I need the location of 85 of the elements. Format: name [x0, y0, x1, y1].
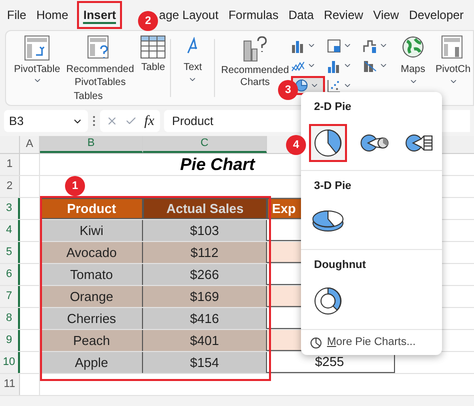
caret-icon: [343, 61, 352, 70]
caret-icon: [188, 75, 198, 84]
table-cell: Cherries: [40, 308, 143, 329]
column-chart-icon: [291, 38, 305, 52]
ribbon-tab[interactable]: File: [6, 3, 28, 27]
ribbon-tab[interactable]: Review: [322, 3, 364, 27]
table-cell: Avocado: [40, 242, 143, 263]
caret-icon: [448, 77, 458, 86]
ribbon-tab[interactable]: Developer: [408, 3, 465, 27]
row-header[interactable]: 6: [0, 264, 20, 285]
cancel-icon[interactable]: [106, 115, 118, 127]
scatter-chart-icon: [327, 78, 341, 92]
row-header[interactable]: 10: [0, 352, 20, 373]
caret-icon: [307, 61, 316, 70]
caret-icon: [379, 41, 388, 50]
row-header[interactable]: 3: [0, 198, 20, 219]
waterfall-chart-icon: [363, 38, 377, 52]
name-box[interactable]: B3: [4, 110, 88, 132]
ribbon-tab[interactable]: Data: [287, 3, 315, 27]
pivot-table-icon: [24, 35, 50, 61]
step-badge: 2: [138, 11, 158, 31]
globe-icon: [401, 35, 425, 59]
ribbon-tab[interactable]: Formulas: [227, 3, 280, 27]
caret-icon: [307, 41, 316, 50]
caret-icon: [32, 76, 42, 85]
table-cell: $401: [143, 330, 267, 351]
table-cell: Orange: [40, 286, 143, 307]
chart-option[interactable]: [309, 124, 347, 162]
caret-icon: [343, 81, 352, 90]
table-cell: $266: [143, 264, 267, 285]
menu-section-title: 3-D Pie: [313, 178, 352, 194]
pie-3d-icon: [312, 210, 344, 232]
pivot-chart-icon: [441, 35, 465, 59]
enter-icon[interactable]: [124, 115, 137, 127]
table-cell: $416: [143, 308, 267, 329]
pie-of-pie-icon: [358, 134, 388, 152]
insert-function-button[interactable]: fx: [144, 110, 154, 132]
ribbon-button[interactable]: Table: [140, 35, 166, 74]
ribbon-tab[interactable]: Home: [35, 3, 70, 27]
menu-section-title: 2-D Pie: [313, 100, 352, 115]
table-cell: $112: [143, 242, 267, 263]
hierarchy-chart-icon: [327, 38, 341, 52]
bar-of-pie-icon: [404, 134, 434, 152]
caret-icon: [343, 41, 352, 50]
maps-button[interactable]: Maps: [395, 35, 431, 87]
group-label: Tables: [74, 90, 103, 104]
table-cell: Apple: [40, 352, 143, 373]
table-header: Actual Sales: [143, 198, 267, 219]
statistic-chart-icon: [327, 58, 341, 72]
row-header[interactable]: 4: [0, 220, 20, 241]
pie-chart-icon: [310, 336, 322, 349]
recommended-charts-icon: [242, 35, 268, 63]
more-pie-charts-link[interactable]: More Pie Charts...: [301, 330, 442, 355]
more-icon: [92, 115, 96, 127]
table-cell: $169: [143, 286, 267, 307]
menu-section-title: Doughnut: [313, 258, 367, 274]
row-header[interactable]: 7: [0, 286, 20, 307]
sheet-title: Pie Chart: [180, 154, 255, 176]
table-cell: Peach: [40, 330, 143, 351]
table-cell: Kiwi: [40, 220, 143, 241]
doughnut-chart-icon: [313, 286, 343, 316]
text-button[interactable]: Text: [184, 37, 202, 85]
caret-icon: [408, 77, 418, 86]
ribbon-button[interactable]: Recommended PivotTables: [66, 35, 134, 89]
column-header[interactable]: C: [143, 136, 267, 153]
row-header[interactable]: 1: [0, 154, 20, 175]
row-header[interactable]: 11: [0, 374, 20, 395]
caret-icon: [379, 61, 388, 70]
row-header[interactable]: 9: [0, 330, 20, 351]
ribbon-tab[interactable]: age Layout: [158, 3, 220, 27]
combo-chart-icon: [363, 58, 377, 72]
table-cell: $103: [143, 220, 267, 241]
ribbon-tab[interactable]: View: [372, 3, 400, 27]
caret-icon: [310, 81, 319, 90]
table-cell: $154: [143, 352, 267, 373]
row-header[interactable]: 2: [0, 176, 20, 197]
row-header[interactable]: 5: [0, 242, 20, 263]
table-icon: [140, 35, 166, 59]
row-header[interactable]: 8: [0, 308, 20, 329]
ribbon-button[interactable]: PivotTable: [14, 35, 60, 85]
table-header: Product: [40, 198, 143, 219]
pie-chart-icon: [314, 128, 342, 156]
table-cell: Tomato: [40, 264, 143, 285]
column-header[interactable]: B: [40, 136, 143, 153]
pivot-chart-button[interactable]: PivotCh: [433, 35, 473, 87]
